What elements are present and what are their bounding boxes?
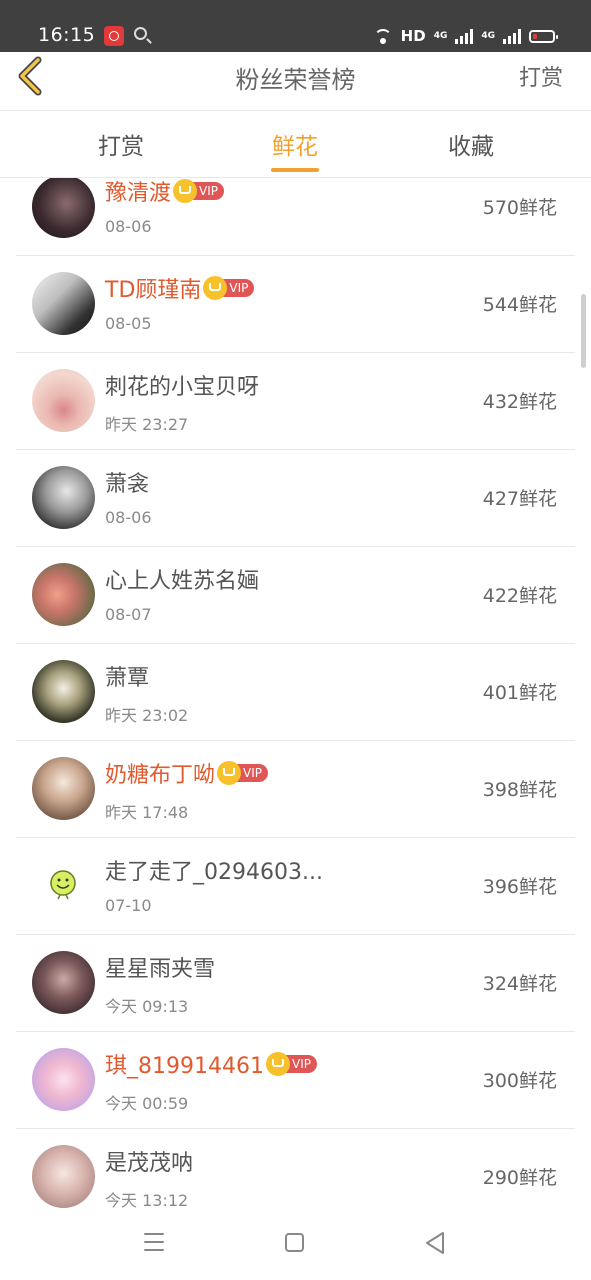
app-notification-icon <box>104 26 124 46</box>
list-item[interactable]: 豫清渡 VIP 08-06 570鲜花 <box>16 178 575 256</box>
avatar[interactable] <box>32 660 95 723</box>
list-item[interactable]: 心上人姓苏名婳 08-07 422鲜花 <box>16 547 575 644</box>
user-name: 心上人姓苏名婳 <box>105 569 260 594</box>
vip-badge: VIP <box>217 761 268 785</box>
flower-count: 422鲜花 <box>482 585 557 607</box>
avatar[interactable] <box>32 178 95 238</box>
avatar[interactable] <box>32 563 95 626</box>
list-item[interactable]: 奶糖布丁呦 VIP 昨天 17:48 398鲜花 <box>16 741 575 838</box>
tab-flowers[interactable]: 鲜花 <box>235 127 355 161</box>
avatar[interactable] <box>32 466 95 529</box>
smiley-icon <box>50 870 76 900</box>
status-bar: 16:15 HD 4G 4G <box>0 0 591 52</box>
flower-count: 290鲜花 <box>482 1167 557 1189</box>
ranking-list[interactable]: 豫清渡 VIP 08-06 570鲜花 TD顾瑾南 VIP 08-05 544鲜… <box>0 178 591 1208</box>
list-item[interactable]: 萧衾 08-06 427鲜花 <box>16 450 575 547</box>
reward-button[interactable]: 打赏 <box>519 60 563 92</box>
header: 粉丝荣誉榜 打赏 <box>0 52 591 111</box>
list-item[interactable]: 萧覃 昨天 23:02 401鲜花 <box>16 644 575 741</box>
list-item[interactable]: 琪_819914461 VIP 今天 00:59 300鲜花 <box>16 1032 575 1129</box>
system-nav-bar <box>0 1208 591 1280</box>
user-name: 豫清渡 <box>105 181 172 206</box>
vip-badge: VIP <box>265 1052 317 1076</box>
signal-icon-2 <box>503 28 521 44</box>
flower-count: 570鲜花 <box>482 197 557 219</box>
signal-icon-1 <box>455 28 474 44</box>
battery-icon <box>529 29 558 43</box>
avatar[interactable] <box>32 854 95 917</box>
vip-badge: VIP <box>173 179 224 203</box>
avatar[interactable] <box>32 1048 95 1111</box>
timestamp: 今天 00:59 <box>105 1094 189 1113</box>
timestamp: 今天 13:12 <box>105 1191 189 1208</box>
list-item[interactable]: 星星雨夹雪 今天 09:13 324鲜花 <box>16 935 575 1032</box>
timestamp: 07-10 <box>105 896 152 915</box>
status-time: 16:15 <box>38 24 96 46</box>
user-name: 是茂茂呐 <box>105 1151 194 1176</box>
user-name: 星星雨夹雪 <box>105 957 216 982</box>
user-name: TD顾瑾南 <box>105 278 202 303</box>
flower-count: 432鲜花 <box>482 391 557 413</box>
vip-badge: VIP <box>203 276 255 300</box>
timestamp: 08-06 <box>105 217 152 236</box>
avatar[interactable] <box>32 757 95 820</box>
avatar[interactable] <box>32 1145 95 1208</box>
network-type-1: 4G <box>433 30 448 41</box>
flower-count: 401鲜花 <box>482 682 557 704</box>
wifi-icon <box>373 28 393 44</box>
user-name: 萧衾 <box>105 472 150 497</box>
scrollbar[interactable] <box>581 294 586 368</box>
user-name: 刺花的小宝贝呀 <box>105 375 260 400</box>
flower-count: 324鲜花 <box>482 973 557 995</box>
timestamp: 昨天 23:02 <box>105 706 189 725</box>
tab-reward[interactable]: 打赏 <box>61 127 181 161</box>
page-title: 粉丝荣誉榜 <box>235 66 356 94</box>
timestamp: 昨天 23:27 <box>105 415 189 434</box>
back-triangle-icon[interactable] <box>424 1231 446 1255</box>
tab-bar: 打赏 鲜花 收藏 <box>0 111 591 178</box>
list-item[interactable]: 走了走了_0294603... 07-10 396鲜花 <box>16 838 575 935</box>
crown-icon <box>173 179 198 203</box>
flower-count: 427鲜花 <box>482 488 557 510</box>
timestamp: 08-06 <box>105 508 152 527</box>
timestamp: 08-07 <box>105 605 152 624</box>
user-name: 走了走了_0294603... <box>105 860 323 885</box>
avatar[interactable] <box>32 272 95 335</box>
flower-count: 300鲜花 <box>482 1070 557 1092</box>
status-indicators: HD 4G 4G <box>373 24 558 48</box>
list-item[interactable]: TD顾瑾南 VIP 08-05 544鲜花 <box>16 256 575 353</box>
list-item[interactable]: 刺花的小宝贝呀 昨天 23:27 432鲜花 <box>16 353 575 450</box>
timestamp: 今天 09:13 <box>105 997 189 1016</box>
home-icon[interactable] <box>285 1233 304 1252</box>
tab-active-indicator <box>271 168 319 172</box>
crown-icon <box>265 1052 290 1076</box>
timestamp: 昨天 17:48 <box>105 803 189 822</box>
user-name: 萧覃 <box>105 666 150 691</box>
timestamp: 08-05 <box>105 314 152 333</box>
network-type-2: 4G <box>481 30 495 41</box>
user-name: 琪_819914461 <box>105 1054 264 1079</box>
menu-icon[interactable] <box>144 1233 164 1251</box>
hd-label: HD <box>400 27 426 45</box>
flower-count: 396鲜花 <box>482 876 557 898</box>
avatar[interactable] <box>32 951 95 1014</box>
search-icon <box>134 27 147 40</box>
flower-count: 544鲜花 <box>482 294 557 316</box>
user-name: 奶糖布丁呦 <box>105 763 216 788</box>
list-item[interactable]: 是茂茂呐 今天 13:12 290鲜花 <box>16 1129 575 1208</box>
avatar[interactable] <box>32 369 95 432</box>
tab-favorites[interactable]: 收藏 <box>411 127 531 161</box>
flower-count: 398鲜花 <box>482 779 557 801</box>
crown-icon <box>217 761 242 785</box>
